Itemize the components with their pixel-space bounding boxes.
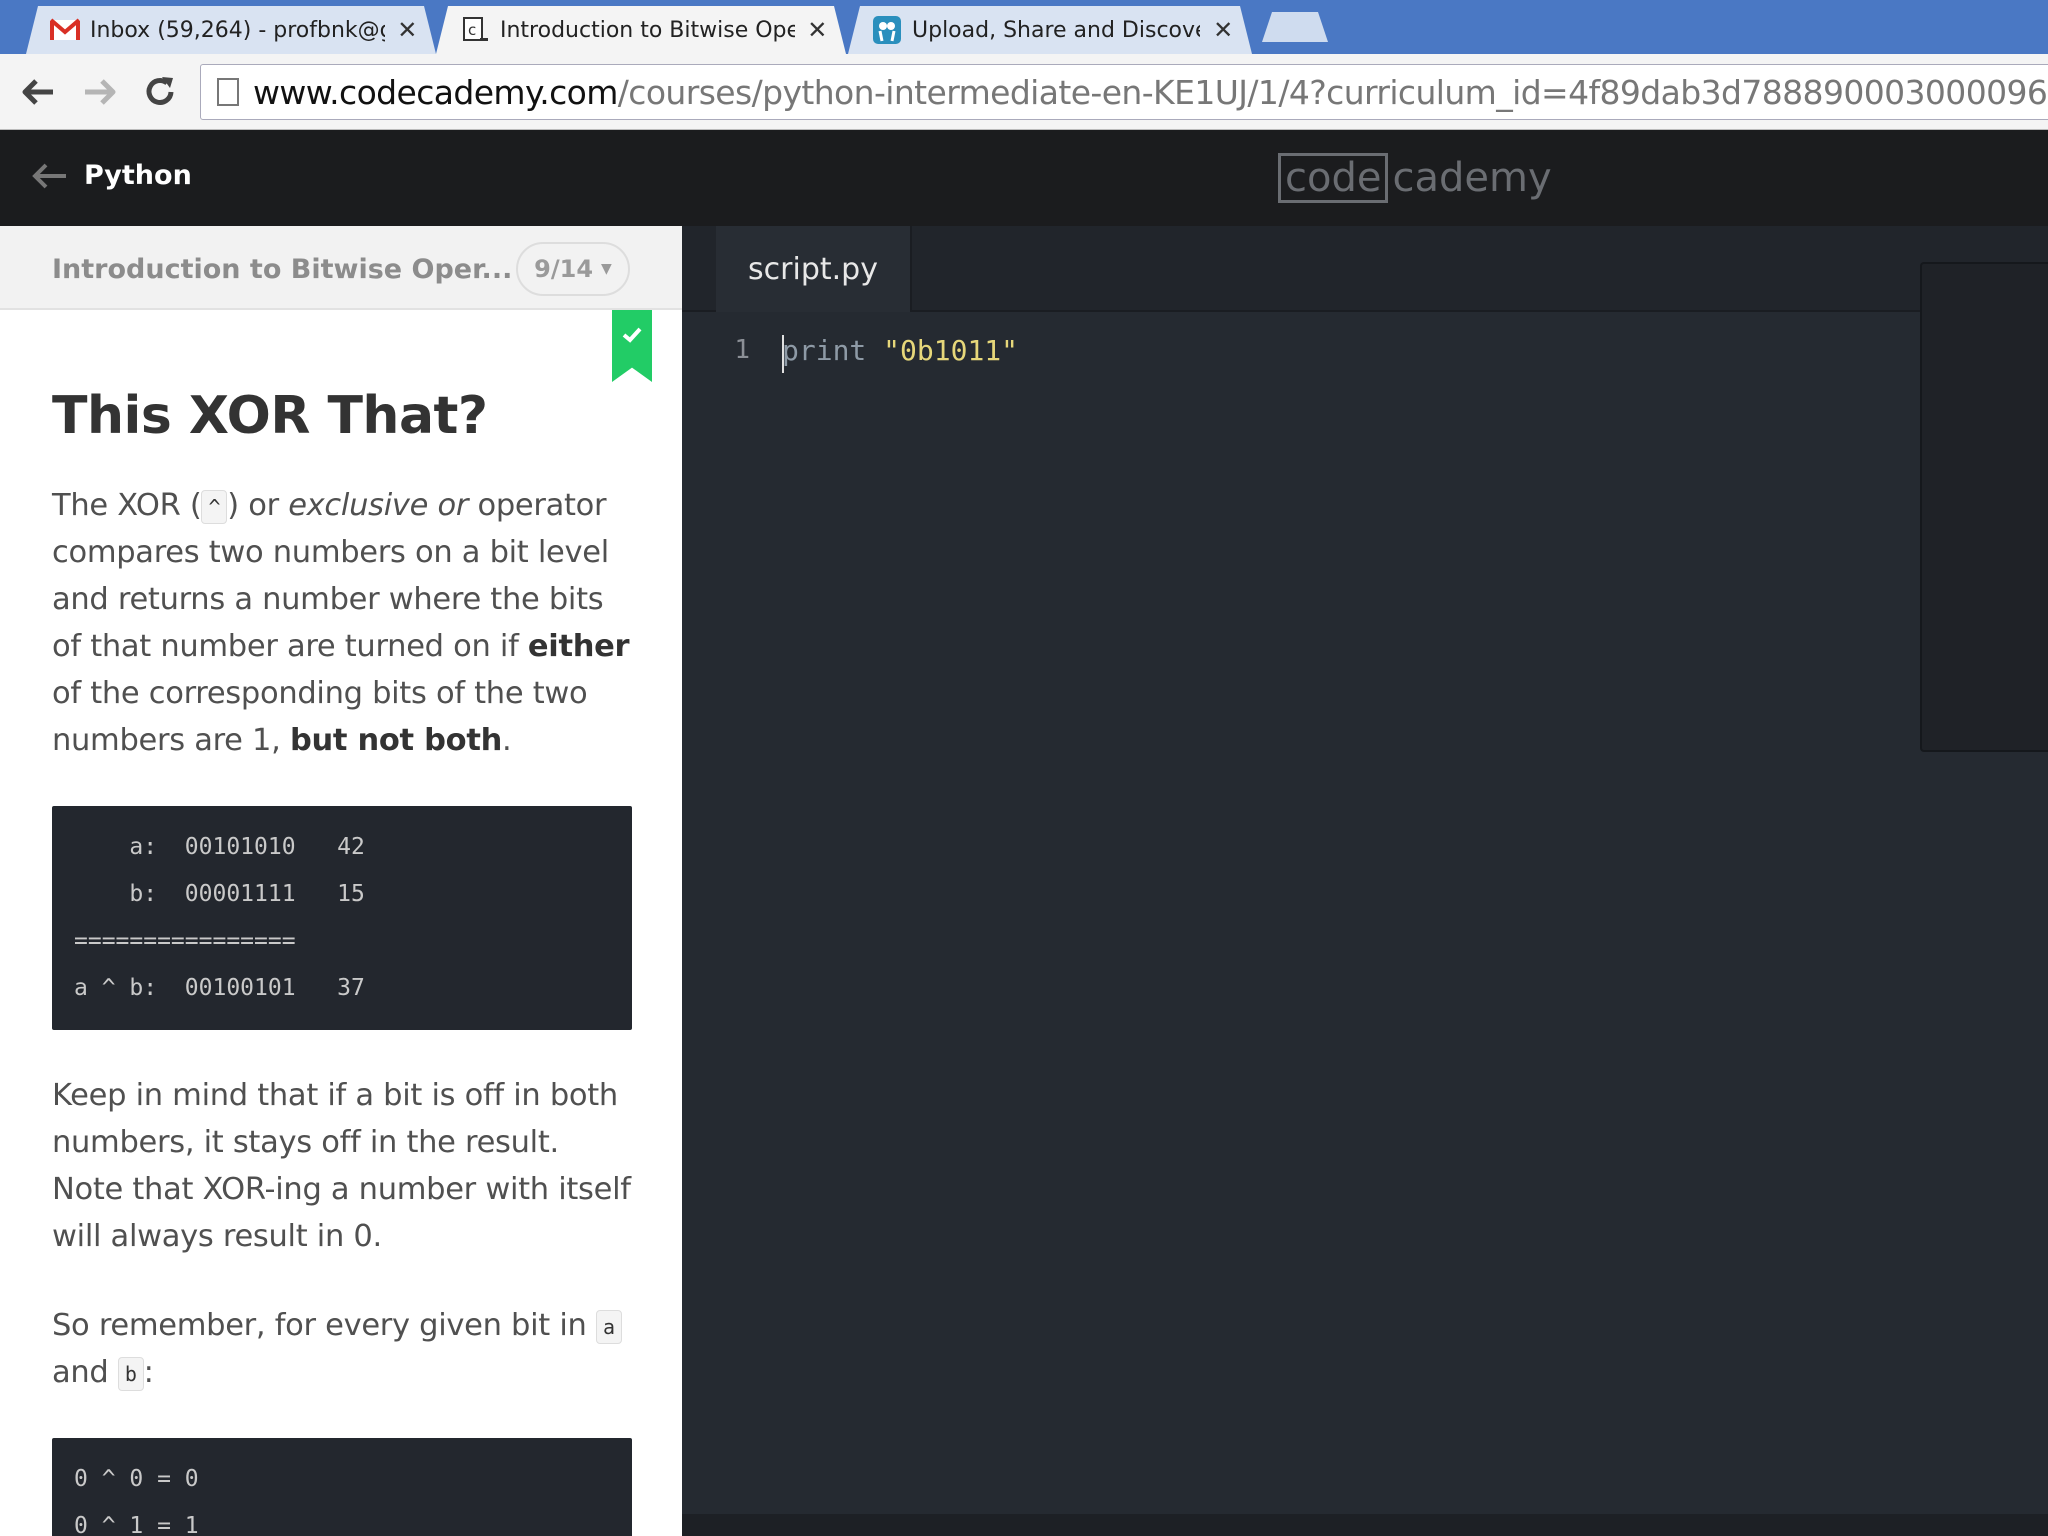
page-icon	[217, 78, 239, 106]
codecademy-icon: c	[460, 15, 490, 45]
text-cursor	[782, 335, 784, 373]
browser-tab-slideshare[interactable]: Upload, Share and Discover Presentations…	[848, 6, 1252, 54]
reload-icon	[146, 77, 174, 105]
editor-footer	[682, 1514, 2048, 1536]
inline-code: a	[595, 1309, 622, 1344]
completed-bookmark-icon	[612, 310, 652, 382]
code-line: ================	[74, 928, 296, 954]
exercise-heading: This XOR That?	[52, 386, 488, 446]
code-line: a ^ b: 00100101 37	[74, 975, 365, 1001]
code-editor: script.py 1 print "0b1011"	[682, 226, 2048, 1536]
lesson-navigation: Introduction to Bitwise Oper... 9/14 ▼	[0, 226, 682, 310]
back-to-course-link[interactable]: Python	[30, 160, 192, 191]
course-name: Python	[84, 160, 192, 191]
output-panel[interactable]	[1920, 262, 2048, 752]
url-text: www.codecademy.com/courses/python-interm…	[253, 72, 2048, 112]
code-example-xor: a: 00101010 42 b: 00001111 15 ==========…	[52, 806, 632, 1030]
close-icon[interactable]: ✕	[393, 16, 422, 44]
paragraph-xor-intro: The XOR (^) or exclusive or operator com…	[52, 488, 630, 758]
inline-code: b	[117, 1356, 144, 1391]
arrow-right-icon	[85, 79, 116, 105]
code-line: b: 00001111 15	[74, 881, 365, 907]
caret-down-icon: ▼	[601, 261, 612, 277]
browser-tab-bar: Inbox (59,264) - profbnk@gmail.com ✕ c I…	[0, 0, 2048, 54]
tab-title: Introduction to Bitwise Operators	[500, 17, 795, 43]
tab-title: Inbox (59,264) - profbnk@gmail.com	[90, 17, 380, 43]
inline-code: ^	[201, 489, 228, 524]
browser-toolbar: www.codecademy.com/courses/python-interm…	[0, 54, 2048, 130]
editor-line[interactable]: 1 print "0b1011"	[682, 330, 1019, 373]
forward-button[interactable]	[78, 72, 122, 112]
checkmark-icon	[622, 327, 642, 343]
arrow-left-icon	[22, 79, 53, 105]
lesson-title: Introduction to Bitwise Oper...	[52, 254, 513, 285]
line-number: 1	[734, 335, 750, 365]
code-keyword: print	[782, 333, 867, 367]
arrow-left-icon	[32, 163, 66, 188]
code-editor-area[interactable]: 1 print "0b1011"	[682, 330, 1019, 373]
site-header: Python code cademy	[0, 130, 2048, 226]
close-icon[interactable]: ✕	[803, 16, 832, 44]
reload-button[interactable]	[138, 72, 182, 112]
code-line: a: 00101010 42	[74, 834, 365, 860]
back-button[interactable]	[16, 72, 60, 112]
exercise-progress-dropdown[interactable]: 9/14 ▼	[516, 242, 630, 296]
file-tab-script[interactable]: script.py	[716, 226, 912, 312]
svg-text:c: c	[468, 21, 476, 39]
lesson-panel: Introduction to Bitwise Oper... 9/14 ▼ Th…	[0, 226, 682, 1536]
browser-tab-gmail[interactable]: Inbox (59,264) - profbnk@gmail.com ✕	[26, 6, 436, 54]
close-icon[interactable]: ✕	[1208, 16, 1238, 44]
code-string: "0b1011"	[883, 333, 1019, 367]
code-example-truth-table: 0 ^ 0 = 0 0 ^ 1 = 1	[52, 1438, 632, 1536]
paragraph-remember: So remember, for every given bit in a an…	[52, 1302, 632, 1396]
paragraph-keep-in-mind: Keep in mind that if a bit is off in bot…	[52, 1078, 631, 1254]
codecademy-logo[interactable]: code cademy	[1278, 152, 1552, 204]
lesson-content: This XOR That? The XOR (^) or exclusive …	[52, 386, 632, 1536]
address-bar[interactable]: www.codecademy.com/courses/python-interm…	[200, 64, 2048, 120]
gmail-icon	[50, 15, 80, 45]
code-line: 0 ^ 1 = 1	[74, 1513, 199, 1536]
tab-title: Upload, Share and Discover Presentations	[912, 17, 1196, 43]
code-line: 0 ^ 0 = 0	[74, 1466, 199, 1492]
slideshare-icon	[872, 15, 902, 45]
new-tab-button[interactable]	[1262, 12, 1328, 42]
editor-tab-bar: script.py	[682, 226, 2048, 312]
browser-tab-codecademy[interactable]: c Introduction to Bitwise Operators ✕	[436, 6, 846, 54]
